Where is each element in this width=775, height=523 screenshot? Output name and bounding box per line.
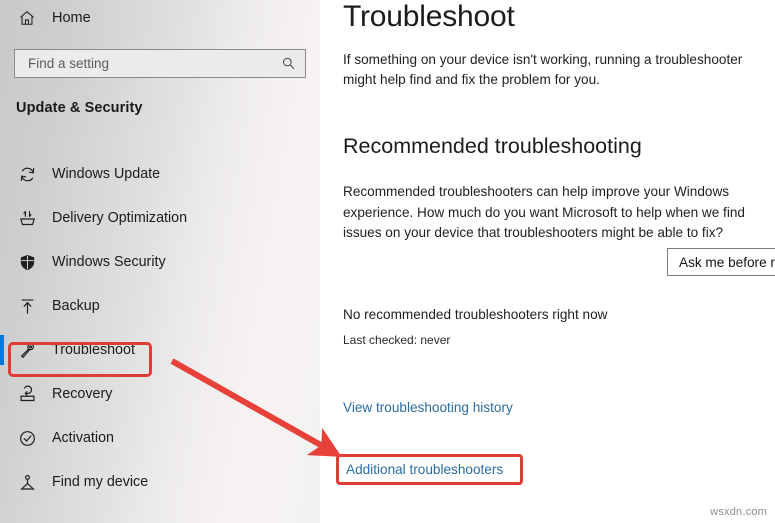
- sidebar-item-label: Recovery: [52, 386, 113, 402]
- sidebar-item-label: Find my device: [52, 474, 149, 490]
- search-box[interactable]: [14, 49, 306, 78]
- upload-arrow-icon: [16, 295, 38, 317]
- status-last-checked: Last checked: never: [343, 333, 451, 347]
- delivery-icon: [16, 207, 38, 229]
- section-title-recommended-troubleshooting: Recommended troubleshooting: [343, 134, 642, 158]
- dropdown-selected-value: Ask me before running troubleshooters: [679, 254, 775, 270]
- sidebar-item-activation[interactable]: Activation: [0, 416, 320, 460]
- section-description: Recommended troubleshooters can help imp…: [343, 184, 745, 240]
- recovery-icon: [16, 383, 38, 405]
- sidebar-item-label: Activation: [52, 430, 114, 446]
- sidebar-item-label: Backup: [52, 298, 100, 314]
- main-content: Troubleshoot If something on your device…: [320, 0, 775, 523]
- sidebar-item-backup[interactable]: Backup: [0, 284, 320, 328]
- sidebar-item-label: Windows Security: [52, 254, 166, 270]
- recommended-troubleshooting-dropdown[interactable]: Ask me before running troubleshooters: [667, 248, 775, 276]
- sidebar-item-windows-security[interactable]: Windows Security: [0, 240, 320, 284]
- sidebar-item-find-my-device[interactable]: Find my device: [0, 460, 320, 504]
- search-input[interactable]: [15, 56, 275, 71]
- settings-window: Home Update & Security: [0, 0, 775, 523]
- sidebar-item-label: Troubleshoot: [52, 342, 135, 358]
- refresh-icon: [16, 163, 38, 185]
- sidebar-category-title: Update & Security: [16, 100, 143, 116]
- sidebar-home-label: Home: [52, 10, 91, 26]
- intro-text: If something on your device isn't workin…: [343, 52, 743, 87]
- sidebar-item-label: Windows Update: [52, 166, 161, 182]
- shield-icon: [16, 251, 38, 273]
- search-icon[interactable]: [275, 51, 301, 77]
- selected-accent-bar: [0, 335, 4, 365]
- sidebar-item-recovery[interactable]: Recovery: [0, 372, 320, 416]
- sidebar: Home Update & Security: [0, 0, 630, 523]
- sidebar-item-windows-update[interactable]: Windows Update: [0, 152, 320, 196]
- home-icon: [16, 7, 38, 29]
- sidebar-item-troubleshoot[interactable]: Troubleshoot: [0, 328, 320, 372]
- link-view-troubleshooting-history[interactable]: View troubleshooting history: [343, 400, 513, 415]
- link-additional-troubleshooters[interactable]: Additional troubleshooters: [346, 462, 503, 477]
- sidebar-nav-list: Windows Update Delivery Optimization Win…: [0, 152, 320, 504]
- watermark: wsxdn.com: [710, 506, 767, 518]
- locate-device-icon: [16, 471, 38, 493]
- sidebar-item-label: Delivery Optimization: [52, 210, 188, 226]
- sidebar-item-delivery-optimization[interactable]: Delivery Optimization: [0, 196, 320, 240]
- status-no-recommended-troubleshooters: No recommended troubleshooters right now: [343, 307, 608, 322]
- check-circle-icon: [16, 427, 38, 449]
- page-title: Troubleshoot: [343, 0, 515, 33]
- wrench-icon: [16, 339, 38, 361]
- sidebar-home-button[interactable]: Home: [0, 0, 320, 36]
